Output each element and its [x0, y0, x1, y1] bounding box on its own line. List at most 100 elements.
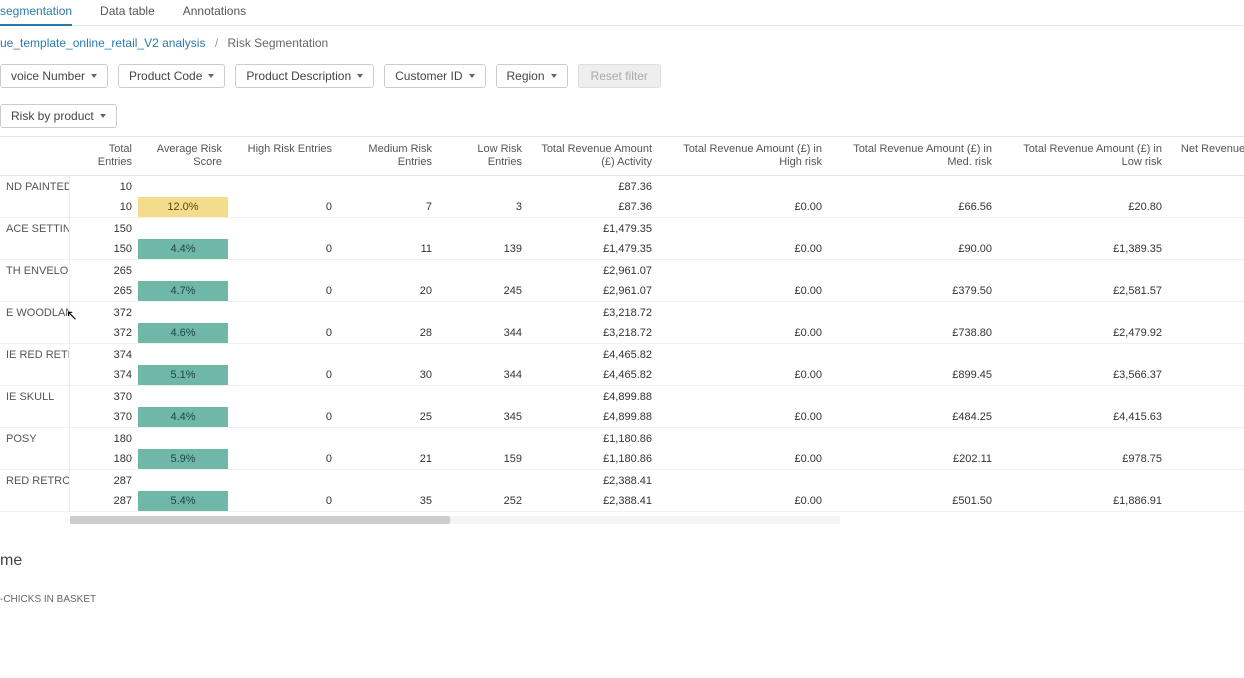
- table-cell: [438, 218, 528, 239]
- table-cell: £4,465.82: [528, 344, 658, 365]
- breadcrumb-link[interactable]: ue_template_online_retail_V2 analysis: [0, 36, 205, 50]
- filter-customer-id[interactable]: Customer ID: [384, 64, 485, 88]
- row-label[interactable]: ACE SETTINGS: [0, 218, 70, 239]
- row-label[interactable]: E WOODLAND: [0, 302, 70, 323]
- table-cell: £3,213.52: [1168, 323, 1244, 344]
- table-cell: [138, 302, 228, 323]
- table-cell: £87.36: [1168, 176, 1244, 197]
- table-cell: [138, 386, 228, 407]
- column-header[interactable]: Total Revenue Amount (£) in High risk: [658, 137, 828, 176]
- risk-table: ↖ Total EntriesAverage Risk ScoreHigh Ri…: [0, 136, 1244, 524]
- table-cell: [438, 470, 528, 491]
- table-cell: [438, 344, 528, 365]
- column-header[interactable]: [0, 137, 70, 176]
- table-cell: 7: [338, 197, 438, 218]
- table-cell: £4,164.08: [1168, 407, 1244, 428]
- table-cell: 139: [438, 239, 528, 260]
- filter-invoice-number[interactable]: voice Number: [0, 64, 108, 88]
- table-cell: 10: [70, 176, 138, 197]
- table-cell: [0, 281, 70, 302]
- table-cell: 0: [228, 491, 338, 512]
- column-header[interactable]: Low Risk Entries: [438, 137, 528, 176]
- row-label[interactable]: TH ENVELOPES: [0, 260, 70, 281]
- horizontal-scrollbar[interactable]: [70, 516, 840, 524]
- table-cell: £2,957.77: [1168, 281, 1244, 302]
- column-header[interactable]: Net Revenue Amount (£) Activity: [1168, 137, 1244, 176]
- row-label[interactable]: IE RED RETRO...: [0, 344, 70, 365]
- tab-segmentation[interactable]: segmentation: [0, 0, 72, 26]
- row-label[interactable]: RED RETROSP...: [0, 470, 70, 491]
- table-cell: £484.25: [828, 407, 998, 428]
- column-header[interactable]: Average Risk Score: [138, 137, 228, 176]
- table-cell: 159: [438, 449, 528, 470]
- tab-annotations[interactable]: Annotations: [183, 0, 246, 25]
- table-cell: [438, 260, 528, 281]
- table-cell: [998, 302, 1168, 323]
- column-header[interactable]: Total Revenue Amount (£) in Low risk: [998, 137, 1168, 176]
- column-header[interactable]: Total Revenue Amount (£) in Med. risk: [828, 137, 998, 176]
- risk-score-bar: 4.4%: [138, 239, 228, 259]
- table-cell: [658, 386, 828, 407]
- table-cell: [138, 428, 228, 449]
- table-cell: [438, 428, 528, 449]
- table-cell: 345: [438, 407, 528, 428]
- column-header[interactable]: Total Entries: [70, 137, 138, 176]
- table-cell: £1,479.35: [528, 218, 658, 239]
- breadcrumb: ue_template_online_retail_V2 analysis / …: [0, 26, 1244, 58]
- table-cell: [138, 470, 228, 491]
- table-cell: 374: [70, 344, 138, 365]
- row-label[interactable]: IE SKULL: [0, 386, 70, 407]
- table-cell: 25: [338, 407, 438, 428]
- row-label[interactable]: POSY: [0, 428, 70, 449]
- table-cell: [0, 491, 70, 512]
- table-cell: £90.00: [828, 239, 998, 260]
- table-cell: [828, 260, 998, 281]
- risk-score-bar: 4.4%: [138, 407, 228, 427]
- table-cell: 20: [338, 281, 438, 302]
- table-cell: [228, 260, 338, 281]
- table-cell: 28: [338, 323, 438, 344]
- table-cell: 370: [70, 407, 138, 428]
- tabs-bar: segmentation Data table Annotations: [0, 0, 1244, 26]
- table-cell: £1,476.85: [1168, 218, 1244, 239]
- table-cell: £1,180.86: [528, 428, 658, 449]
- table-cell: £4,164.08: [1168, 386, 1244, 407]
- tab-data-table[interactable]: Data table: [100, 0, 155, 25]
- reset-filter-button[interactable]: Reset filter: [578, 64, 661, 88]
- table-cell: £4,465.82: [528, 365, 658, 386]
- table-cell: £2,581.57: [998, 281, 1168, 302]
- table-cell: [338, 176, 438, 197]
- table-cell: £1,479.35: [528, 239, 658, 260]
- table-cell: £978.75: [998, 449, 1168, 470]
- column-header[interactable]: Total Revenue Amount (£) Activity: [528, 137, 658, 176]
- table-cell: 344: [438, 323, 528, 344]
- table-cell: [228, 470, 338, 491]
- table-cell: £738.80: [828, 323, 998, 344]
- table-cell: [828, 470, 998, 491]
- column-header[interactable]: Medium Risk Entries: [338, 137, 438, 176]
- table-cell: £2,388.41: [528, 470, 658, 491]
- scrollbar-thumb[interactable]: [70, 516, 450, 524]
- table-cell: 150: [70, 239, 138, 260]
- table-cell: [228, 176, 338, 197]
- risk-score-cell: 4.7%: [138, 281, 228, 302]
- table-cell: [338, 386, 438, 407]
- table-cell: £3,213.52: [1168, 302, 1244, 323]
- filter-product-code[interactable]: Product Code: [118, 64, 225, 88]
- table-cell: 21: [338, 449, 438, 470]
- table-cell: [228, 344, 338, 365]
- view-select-dropdown[interactable]: Risk by product: [0, 104, 117, 128]
- filter-region[interactable]: Region: [496, 64, 568, 88]
- table-cell: £1,886.91: [998, 491, 1168, 512]
- table-cell: [0, 407, 70, 428]
- table-cell: £2,376.51: [1168, 491, 1244, 512]
- table-cell: £3,218.72: [528, 302, 658, 323]
- risk-score-cell: 5.9%: [138, 449, 228, 470]
- column-header[interactable]: High Risk Entries: [228, 137, 338, 176]
- legend-item: -CHICKS IN BASKET: [0, 594, 1244, 605]
- risk-score-cell: 4.4%: [138, 239, 228, 260]
- row-label[interactable]: ND PAINTED: [0, 176, 70, 197]
- filter-product-description[interactable]: Product Description: [235, 64, 374, 88]
- table-cell: [998, 470, 1168, 491]
- table-cell: 180: [70, 449, 138, 470]
